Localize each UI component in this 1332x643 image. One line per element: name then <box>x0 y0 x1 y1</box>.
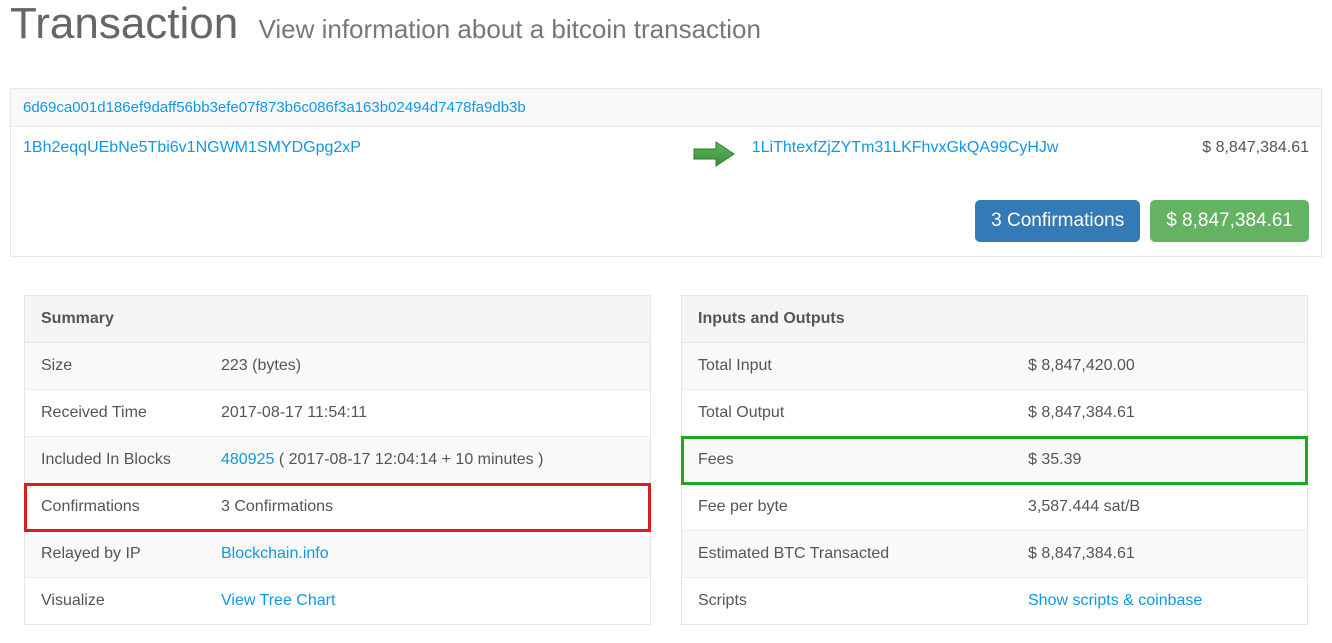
value-confirmations: 3 Confirmations <box>221 498 634 516</box>
inputs-outputs-panel: Inputs and Outputs Total Input $ 8,847,4… <box>681 295 1308 625</box>
confirmations-badge[interactable]: 3 Confirmations <box>975 200 1140 242</box>
label-relayed-by-ip: Relayed by IP <box>41 545 221 563</box>
transaction-card: 6d69ca001d186ef9daff56bb3efe07f873b6c086… <box>10 88 1322 257</box>
inputs-outputs-title: Inputs and Outputs <box>682 296 1307 343</box>
arrow-right-icon <box>692 139 736 174</box>
value-fees: $ 35.39 <box>1028 451 1291 469</box>
label-total-input: Total Input <box>698 357 1028 375</box>
block-time-suffix: ( 2017-08-17 12:04:14 + 10 minutes ) <box>274 451 543 468</box>
summary-row-size: Size 223 (bytes) <box>25 343 650 390</box>
page-title: Transaction <box>10 0 238 48</box>
block-height-link[interactable]: 480925 <box>221 451 274 468</box>
show-scripts-link[interactable]: Show scripts & coinbase <box>1028 592 1202 609</box>
label-fees: Fees <box>698 451 1028 469</box>
summary-row-relayed-by-ip: Relayed by IP Blockchain.info <box>25 531 650 578</box>
value-total-output: $ 8,847,384.61 <box>1028 404 1291 422</box>
relayed-by-link[interactable]: Blockchain.info <box>221 545 329 562</box>
output-address-link[interactable]: 1LiThtexfZjZYTm31LKFhvxGkQA99CyHJw <box>752 139 1059 156</box>
output-amount: $ 8,847,384.61 <box>1190 139 1309 157</box>
io-row-scripts: Scripts Show scripts & coinbase <box>682 578 1307 624</box>
transaction-hash-bar: 6d69ca001d186ef9daff56bb3efe07f873b6c086… <box>11 89 1321 127</box>
io-row-total-output: Total Output $ 8,847,384.61 <box>682 390 1307 437</box>
summary-row-received-time: Received Time 2017-08-17 11:54:11 <box>25 390 650 437</box>
label-scripts: Scripts <box>698 592 1028 610</box>
page-header: Transaction View information about a bit… <box>10 0 1322 58</box>
summary-panel: Summary Size 223 (bytes) Received Time 2… <box>24 295 651 625</box>
input-address-link[interactable]: 1Bh2eqqUEbNe5Tbi6v1NGWM1SMYDGpg2xP <box>23 139 361 156</box>
io-row-fees: Fees $ 35.39 <box>682 437 1307 484</box>
label-est-btc-transacted: Estimated BTC Transacted <box>698 545 1028 563</box>
io-row-fee-per-byte: Fee per byte 3,587.444 sat/B <box>682 484 1307 531</box>
summary-row-confirmations: Confirmations 3 Confirmations <box>25 484 650 531</box>
label-visualize: Visualize <box>41 592 221 610</box>
value-size: 223 (bytes) <box>221 357 634 375</box>
label-received-time: Received Time <box>41 404 221 422</box>
value-fee-per-byte: 3,587.444 sat/B <box>1028 498 1291 516</box>
value-included-in-blocks: 480925 ( 2017-08-17 12:04:14 + 10 minute… <box>221 451 634 469</box>
label-included-in-blocks: Included In Blocks <box>41 451 221 469</box>
transaction-hash-link[interactable]: 6d69ca001d186ef9daff56bb3efe07f873b6c086… <box>23 99 526 116</box>
io-row-est-btc-transacted: Estimated BTC Transacted $ 8,847,384.61 <box>682 531 1307 578</box>
view-tree-chart-link[interactable]: View Tree Chart <box>221 592 335 609</box>
label-confirmations: Confirmations <box>41 498 221 516</box>
summary-title: Summary <box>25 296 650 343</box>
total-amount-badge[interactable]: $ 8,847,384.61 <box>1150 200 1309 242</box>
io-row-total-input: Total Input $ 8,847,420.00 <box>682 343 1307 390</box>
value-est-btc-transacted: $ 8,847,384.61 <box>1028 545 1291 563</box>
label-size: Size <box>41 357 221 375</box>
label-fee-per-byte: Fee per byte <box>698 498 1028 516</box>
label-total-output: Total Output <box>698 404 1028 422</box>
summary-row-included-in-blocks: Included In Blocks 480925 ( 2017-08-17 1… <box>25 437 650 484</box>
page-subtitle: View information about a bitcoin transac… <box>258 14 760 44</box>
summary-row-visualize: Visualize View Tree Chart <box>25 578 650 624</box>
value-received-time: 2017-08-17 11:54:11 <box>221 404 634 422</box>
value-total-input: $ 8,847,420.00 <box>1028 357 1291 375</box>
